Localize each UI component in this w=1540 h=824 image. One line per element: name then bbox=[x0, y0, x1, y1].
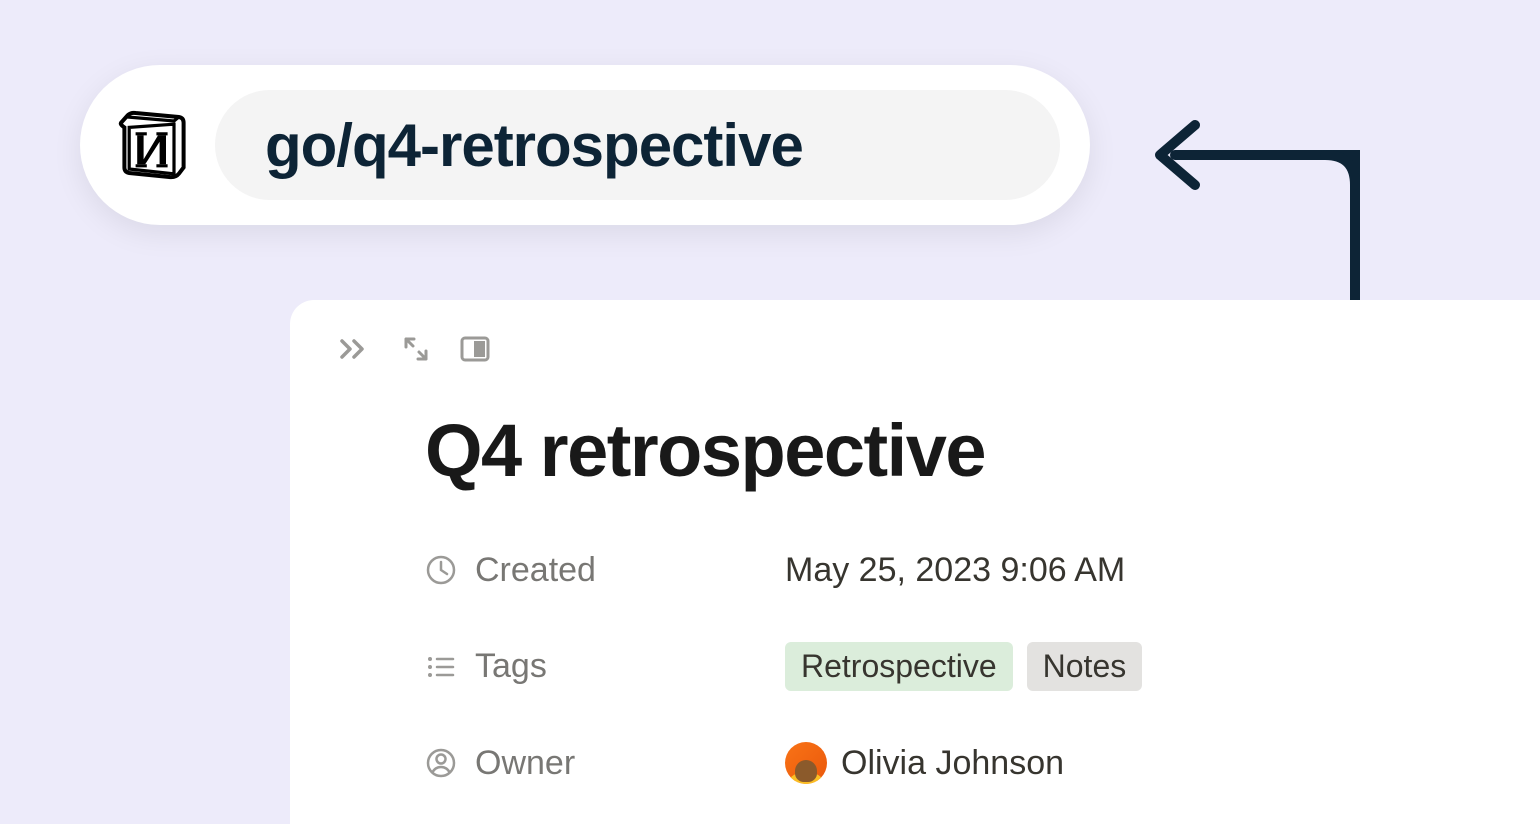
property-value: Retrospective Notes bbox=[785, 642, 1142, 691]
property-created[interactable]: Created May 25, 2023 9:06 AM bbox=[425, 548, 1490, 592]
url-text: go/q4-retrospective bbox=[265, 111, 803, 180]
tag-notes[interactable]: Notes bbox=[1027, 642, 1143, 691]
list-icon bbox=[425, 651, 457, 683]
clock-icon bbox=[425, 554, 457, 586]
peek-mode-icon[interactable] bbox=[460, 336, 490, 362]
page-properties: Created May 25, 2023 9:06 AM Tags bbox=[425, 548, 1490, 785]
property-label-text: Created bbox=[475, 551, 596, 590]
person-icon bbox=[425, 747, 457, 779]
expand-icon[interactable] bbox=[340, 337, 372, 361]
notion-logo-icon bbox=[110, 105, 190, 185]
url-input[interactable]: go/q4-retrospective bbox=[215, 90, 1060, 200]
property-tags[interactable]: Tags Retrospective Notes bbox=[425, 642, 1490, 691]
notion-page: Q4 retrospective Created May 25, 2023 9:… bbox=[290, 300, 1540, 824]
property-label: Tags bbox=[425, 647, 785, 686]
page-toolbar bbox=[340, 335, 1490, 363]
property-label-text: Owner bbox=[475, 744, 575, 783]
property-value: May 25, 2023 9:06 AM bbox=[785, 551, 1125, 590]
url-bar: go/q4-retrospective bbox=[80, 65, 1090, 225]
owner-name: Olivia Johnson bbox=[841, 744, 1064, 783]
property-value: Olivia Johnson bbox=[785, 742, 1064, 784]
page-title[interactable]: Q4 retrospective bbox=[425, 408, 1490, 493]
property-owner[interactable]: Owner Olivia Johnson bbox=[425, 741, 1490, 785]
property-label: Created bbox=[425, 551, 785, 590]
property-label: Owner bbox=[425, 744, 785, 783]
avatar bbox=[785, 742, 827, 784]
tag-retrospective[interactable]: Retrospective bbox=[785, 642, 1013, 691]
resize-icon[interactable] bbox=[402, 335, 430, 363]
property-label-text: Tags bbox=[475, 647, 547, 686]
